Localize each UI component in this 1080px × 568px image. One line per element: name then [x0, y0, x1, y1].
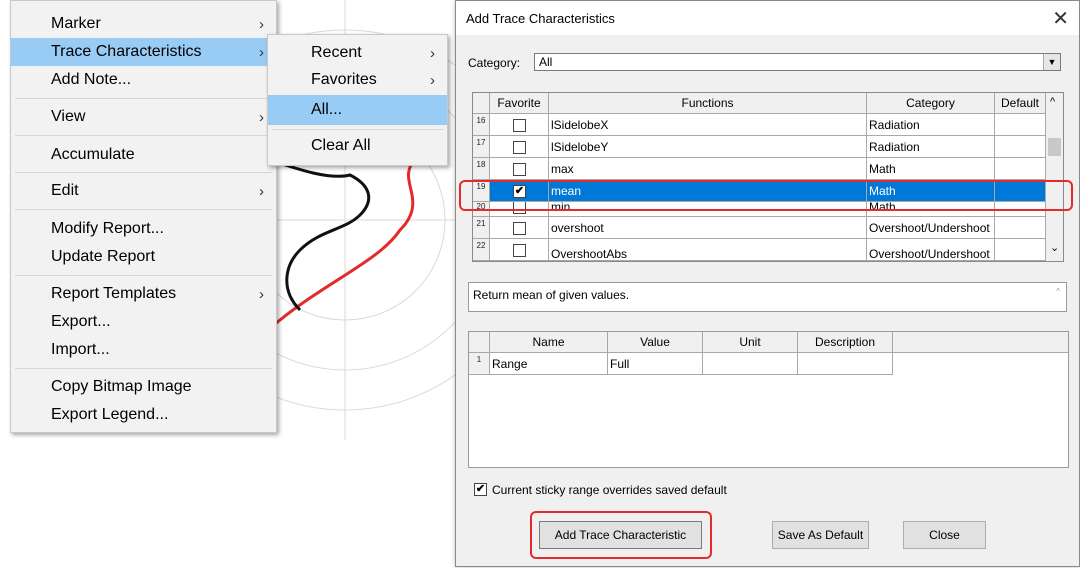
add-trace-characteristics-dialog: Add Trace Characteristics ✕ Category: Al…	[455, 0, 1080, 567]
menu-item-report-templates[interactable]: Report Templates ›	[11, 280, 276, 308]
favorite-checkbox[interactable]	[513, 141, 526, 154]
menu-separator	[15, 209, 272, 210]
menu-separator	[272, 129, 443, 130]
table-corner	[469, 332, 490, 353]
function-category: Radiation	[867, 114, 995, 136]
menu-separator	[15, 368, 272, 369]
parameters-table: Name Value Unit Description 1 Range Full	[468, 331, 1069, 468]
column-header-name[interactable]: Name	[490, 332, 608, 353]
description-text: Return mean of given values.	[473, 288, 630, 302]
function-category: Math	[867, 180, 995, 202]
chevron-right-icon: ›	[259, 15, 264, 33]
menu-item-view[interactable]: View ›	[11, 103, 276, 131]
function-category: Radiation	[867, 136, 995, 158]
column-header-favorite[interactable]: Favorite	[490, 93, 549, 114]
column-header-unit[interactable]: Unit	[703, 332, 798, 353]
column-header-value[interactable]: Value	[608, 332, 703, 353]
sticky-range-checkbox[interactable]: ✔	[474, 483, 487, 496]
save-as-default-button[interactable]: Save As Default	[772, 521, 869, 549]
submenu-item-favorites[interactable]: Favorites ›	[268, 66, 447, 94]
chevron-right-icon: ›	[259, 108, 264, 126]
description-scroll-icon[interactable]: ^	[1056, 286, 1060, 297]
close-button[interactable]: Close	[903, 521, 986, 549]
menu-item-edit[interactable]: Edit ›	[11, 177, 276, 205]
column-header-category[interactable]: Category	[867, 93, 995, 114]
favorite-checkbox[interactable]	[513, 119, 526, 132]
context-menu: Marker › Trace Characteristics › Add Not…	[10, 0, 277, 433]
menu-item-add-note[interactable]: Add Note...	[11, 66, 276, 94]
favorite-checkbox[interactable]	[513, 163, 526, 176]
function-category: Overshoot/Undershoot	[867, 217, 995, 239]
menu-item-accumulate[interactable]: Accumulate	[11, 141, 276, 169]
add-trace-characteristic-button[interactable]: Add Trace Characteristic	[539, 521, 702, 549]
column-header-functions[interactable]: Functions	[549, 93, 867, 114]
function-name: mean	[549, 180, 867, 202]
function-name: min	[549, 202, 867, 217]
chevron-right-icon: ›	[430, 71, 435, 89]
chevron-down-icon[interactable]: ▼	[1043, 54, 1060, 70]
functions-table: Favorite Functions Category Default 16 l…	[472, 92, 1064, 262]
submenu-item-recent[interactable]: Recent ›	[268, 39, 447, 67]
menu-item-export[interactable]: Export...	[11, 308, 276, 336]
category-value: All	[539, 55, 553, 69]
dialog-titlebar: Add Trace Characteristics ✕	[456, 1, 1079, 35]
category-select[interactable]: All ▼	[534, 53, 1061, 71]
category-label: Category:	[468, 56, 521, 70]
scroll-thumb[interactable]	[1048, 138, 1061, 156]
favorite-checkbox[interactable]	[513, 222, 526, 235]
menu-separator	[15, 98, 272, 99]
menu-separator	[15, 172, 272, 173]
function-name: max	[549, 158, 867, 180]
function-default	[995, 202, 1046, 217]
chevron-right-icon: ›	[259, 182, 264, 200]
menu-item-copy-bitmap-image[interactable]: Copy Bitmap Image	[11, 373, 276, 401]
function-name: OvershootAbs	[549, 239, 867, 261]
submenu-item-all[interactable]: All...	[268, 95, 447, 125]
menu-separator	[15, 135, 272, 136]
close-icon[interactable]: ✕	[1052, 6, 1069, 31]
column-header-description[interactable]: Description	[798, 332, 893, 353]
dialog-title: Add Trace Characteristics	[466, 11, 615, 26]
chevron-right-icon: ›	[259, 285, 264, 303]
favorite-checkbox-checked[interactable]: ✔	[513, 185, 526, 198]
chevron-right-icon: ›	[259, 43, 264, 61]
menu-item-trace-characteristics[interactable]: Trace Characteristics ›	[11, 38, 276, 66]
menu-item-marker[interactable]: Marker ›	[11, 10, 276, 38]
favorite-checkbox[interactable]	[513, 244, 526, 257]
param-description	[798, 353, 893, 375]
menu-item-export-legend[interactable]: Export Legend...	[11, 401, 276, 429]
chevron-right-icon: ›	[430, 44, 435, 62]
param-value[interactable]: Full	[608, 353, 703, 375]
function-default	[995, 114, 1046, 136]
param-name: Range	[490, 353, 608, 375]
param-unit[interactable]	[703, 353, 798, 375]
submenu-item-clear-all[interactable]: Clear All	[268, 132, 447, 160]
menu-item-update-report[interactable]: Update Report	[11, 243, 276, 271]
function-name: overshoot	[549, 217, 867, 239]
scroll-down-icon[interactable]: ⌄	[1050, 241, 1059, 254]
scroll-up-icon[interactable]: ^	[1050, 96, 1055, 108]
menu-item-import[interactable]: Import...	[11, 336, 276, 364]
function-category: Overshoot/Undershoot	[867, 239, 995, 261]
function-default	[995, 239, 1046, 261]
function-default	[995, 217, 1046, 239]
favorite-checkbox[interactable]	[513, 202, 526, 214]
table-corner	[473, 93, 490, 114]
menu-separator	[15, 275, 272, 276]
function-default	[995, 136, 1046, 158]
function-default	[995, 180, 1046, 202]
function-category: Math	[867, 158, 995, 180]
sticky-range-label: Current sticky range overrides saved def…	[492, 483, 727, 497]
column-header-default[interactable]: Default	[995, 93, 1046, 114]
trace-characteristics-submenu: Recent › Favorites › All... Clear All	[267, 34, 448, 166]
vertical-scrollbar[interactable]: ^ ⌄	[1046, 93, 1063, 261]
menu-item-modify-report[interactable]: Modify Report...	[11, 215, 276, 243]
black-trace	[269, 158, 371, 312]
function-category: Math	[867, 202, 995, 217]
function-name: lSidelobeX	[549, 114, 867, 136]
function-default	[995, 158, 1046, 180]
function-name: lSidelobeY	[549, 136, 867, 158]
description-box: Return mean of given values. ^	[468, 282, 1067, 312]
